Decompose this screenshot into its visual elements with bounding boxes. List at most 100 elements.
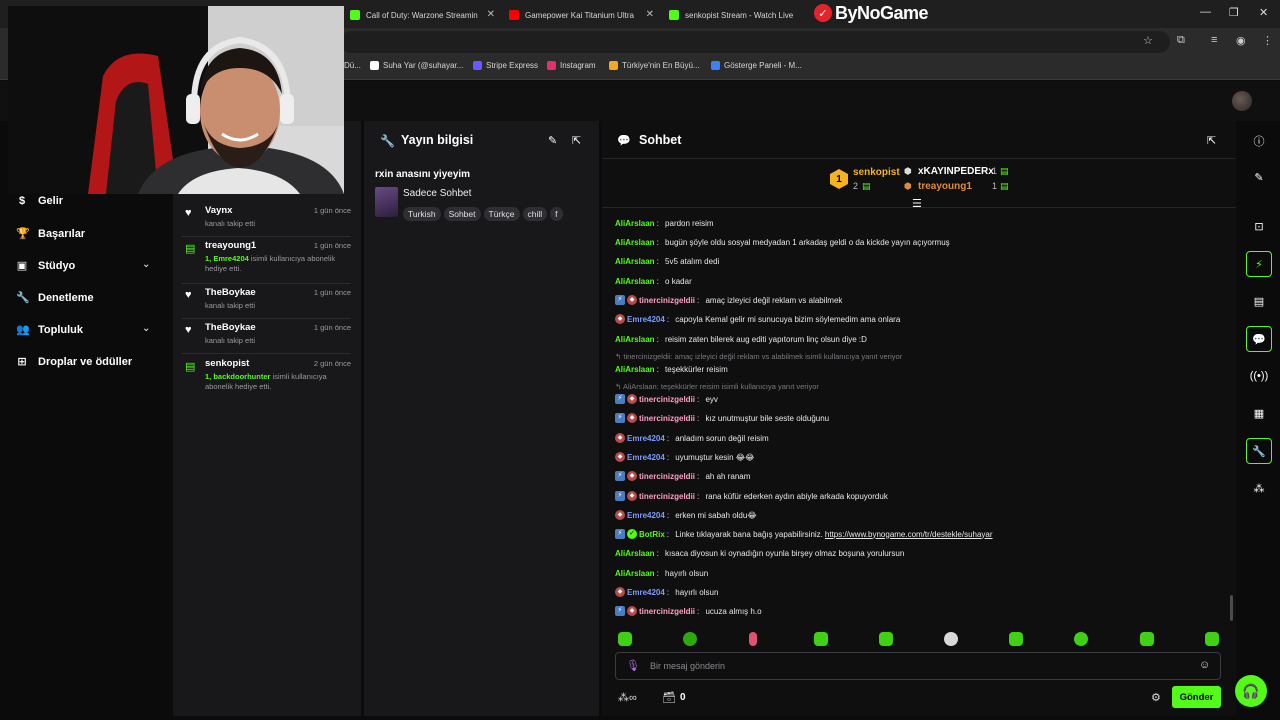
channel-points-icon[interactable]: ⁂∞ (618, 691, 637, 704)
emote-icon[interactable] (618, 632, 632, 646)
user-avatar[interactable] (1232, 91, 1252, 111)
sidebar-item-studyo[interactable]: ▣ Stüdyo (16, 259, 75, 273)
browser-tab-gamepower[interactable]: Gamepower Kai Titanium Ultra ✕ (509, 4, 654, 26)
send-button[interactable]: Gönder (1172, 686, 1221, 708)
clipboard-icon[interactable]: ▤ (1246, 288, 1272, 314)
emoji-icon[interactable]: ☺ (1199, 659, 1210, 671)
bookmark-item[interactable]: Dü... (344, 61, 361, 70)
browser-tab-senkopist[interactable]: senkopist Stream - Watch Live (669, 4, 809, 26)
settings-gear-icon[interactable]: ⚙ (1151, 691, 1161, 704)
chat-username[interactable]: AliArslaan (615, 277, 655, 286)
bookmark-star-icon[interactable]: ☆ (1143, 34, 1153, 47)
bookmark-item[interactable]: Suha Yar (@suhayar... (370, 61, 463, 70)
leaderboard-second-count: 1 (992, 166, 998, 176)
bookmark-item[interactable]: Instagram (547, 61, 596, 70)
sidebar-item-gelir[interactable]: $ Gelir (16, 195, 63, 207)
tag[interactable]: Turkish (403, 207, 441, 221)
microphone-icon[interactable]: 🎙 (626, 659, 640, 672)
bookmark-item[interactable]: Stripe Express (473, 61, 538, 70)
chevron-down-icon[interactable]: ⌄ (142, 323, 150, 334)
tag[interactable]: chill (522, 207, 548, 221)
menu-kebab-icon[interactable]: ⋮ (1262, 34, 1273, 47)
wrench-icon[interactable]: 🔧 (1246, 438, 1272, 464)
tag[interactable]: Türkçe (483, 207, 520, 221)
omnibox[interactable] (340, 31, 1170, 53)
popout-icon[interactable]: ⇱ (1207, 134, 1216, 147)
chat-username[interactable]: Emre4204 (627, 511, 665, 520)
expand-leaderboard-icon[interactable]: ☰ (912, 197, 922, 210)
emote-icon[interactable] (749, 632, 757, 646)
restore-icon[interactable]: ❐ (1229, 6, 1239, 19)
chat-username[interactable]: Emre4204 (627, 315, 665, 324)
points-count: 0 (680, 692, 686, 703)
popout-icon[interactable]: ⇱ (572, 134, 581, 147)
emote-icon[interactable] (814, 632, 828, 646)
activity-time: 1 gün önce (313, 288, 351, 297)
sidebar-item-denetleme[interactable]: 🔧 Denetleme (16, 291, 94, 305)
close-tab-icon[interactable]: ✕ (487, 9, 495, 20)
chat-text: Linke tıklayarak bana bağış yapabilirsin… (675, 529, 823, 539)
bookmark-item[interactable]: Türkiye'nin En Büyü... (609, 61, 700, 70)
emote-icon[interactable] (1009, 632, 1023, 646)
browser-tab-warzone[interactable]: Call of Duty: Warzone Streamin ✕ (350, 4, 495, 26)
chat-username[interactable]: Emre4204 (627, 453, 665, 462)
community-icon[interactable]: ⁂ (1246, 475, 1272, 501)
chat-username[interactable]: tinercinizgeldii (639, 492, 695, 501)
chat-text: pardon reisim (665, 218, 714, 228)
sidebar-item-droplar[interactable]: ⊞ Droplar ve ödüller (16, 355, 132, 369)
profile-icon[interactable]: ◉ (1236, 34, 1246, 47)
broadcast-icon[interactable]: ((•)) (1246, 363, 1272, 389)
video-icon[interactable]: ▦ (1246, 400, 1272, 426)
chat-username[interactable]: tinercinizgeldii (639, 414, 695, 423)
emote-icon[interactable] (1074, 632, 1088, 646)
sidebar-item-topluluk[interactable]: 👥 Topluluk (16, 323, 83, 337)
emote-icon[interactable] (879, 632, 893, 646)
quick-actions-icon[interactable]: ⚡ (1246, 251, 1272, 277)
close-window-icon[interactable]: ✕ (1259, 6, 1268, 19)
chat-username[interactable]: AliArslaan (615, 238, 655, 247)
chat-username[interactable]: tinercinizgeldii (639, 296, 695, 305)
edit-pencil-icon[interactable]: ✎ (1246, 164, 1272, 190)
tag-list: Turkish Sohbet Türkçe chill f (403, 204, 589, 222)
chat-toggle-icon[interactable]: 💬 (1246, 326, 1272, 352)
emote-icon[interactable] (944, 632, 958, 646)
edit-pencil-icon[interactable]: ✎ (548, 134, 557, 147)
chat-username[interactable]: Emre4204 (627, 434, 665, 443)
media-icon[interactable]: ≡ (1211, 34, 1217, 46)
chat-scrollbar[interactable] (1230, 595, 1233, 621)
shield-badge-icon: ◆ (627, 413, 637, 423)
sidebar-item-basarilar[interactable]: 🏆 Başarılar (16, 227, 85, 241)
help-support-icon[interactable]: 🎧 (1235, 675, 1267, 707)
chat-username[interactable]: AliArslaan (615, 365, 655, 374)
chat-link[interactable]: https://www.bynogame.com/tr/destekle/suh… (825, 530, 993, 539)
gift-box-icon[interactable]: 🗃 (662, 691, 676, 704)
chat-username[interactable]: tinercinizgeldii (639, 472, 695, 481)
minimize-icon[interactable]: — (1200, 6, 1211, 18)
chat-message: ⚡ ◆ tinercinizgeldii: ah ah ranam (615, 470, 750, 482)
emote-icon[interactable] (1205, 632, 1219, 646)
chat-username[interactable]: tinercinizgeldii (639, 395, 695, 404)
chat-username[interactable]: AliArslaan (615, 569, 655, 578)
chat-username[interactable]: tinercinizgeldii (639, 607, 695, 616)
chat-username[interactable]: AliArslaan (615, 335, 655, 344)
info-icon[interactable]: ⓘ (1246, 128, 1272, 154)
extensions-icon[interactable]: ⧉ (1177, 34, 1185, 47)
emote-icon[interactable] (1140, 632, 1154, 646)
capture-icon[interactable]: ⊡ (1246, 213, 1272, 239)
tag[interactable]: Sohbet (443, 207, 481, 221)
chat-title: Sohbet (639, 133, 682, 147)
chevron-down-icon[interactable]: ⌄ (142, 259, 150, 270)
tag[interactable]: f (550, 207, 563, 221)
divider (181, 353, 351, 354)
chat-username[interactable]: AliArslaan (615, 549, 655, 558)
chat-username[interactable]: Emre4204 (627, 588, 665, 597)
bookmark-item[interactable]: Gösterge Paneli - M... (711, 61, 802, 70)
chat-username[interactable]: AliArslaan (615, 257, 655, 266)
youtube-favicon-icon (509, 10, 519, 20)
chat-username[interactable]: AliArslaan (615, 219, 655, 228)
chat-text: rana küfür ederken aydın abiyle arkada k… (705, 491, 888, 501)
emote-icon[interactable] (683, 632, 697, 646)
chat-username[interactable]: BotRix (639, 530, 665, 539)
chat-message: AliArslaan: hayırlı olsun (615, 568, 709, 578)
close-tab-icon[interactable]: ✕ (646, 9, 654, 20)
